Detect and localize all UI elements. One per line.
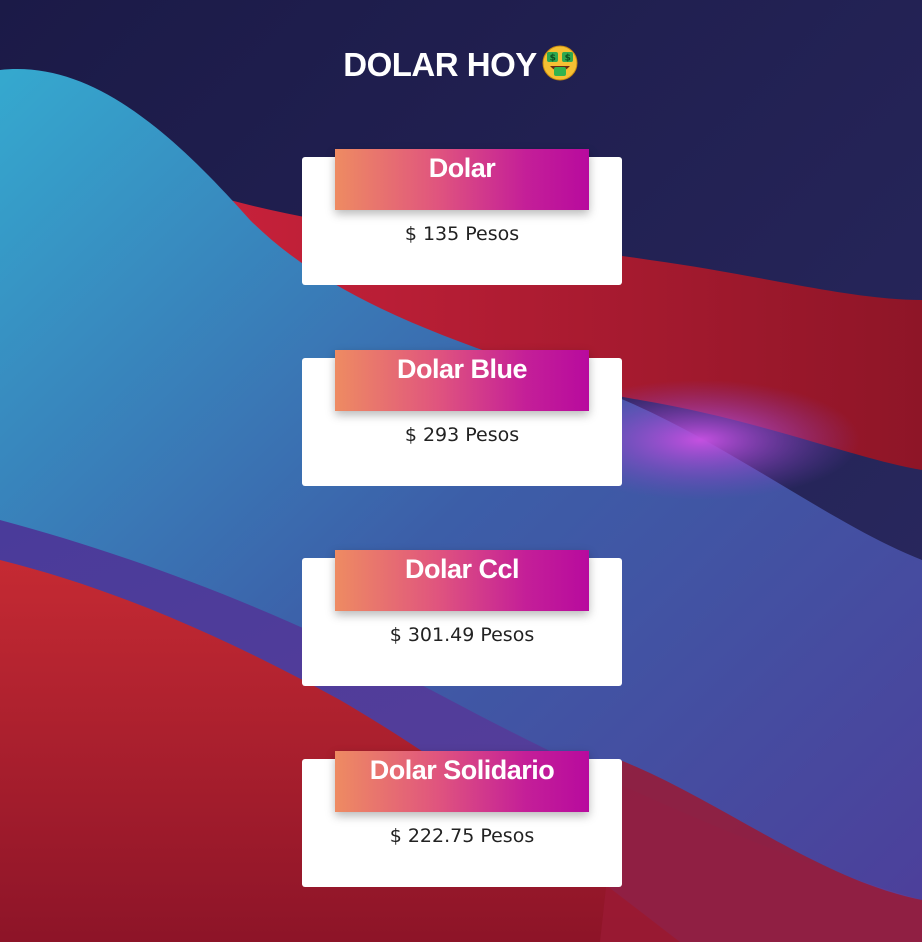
svg-text:$: $ [564, 54, 570, 64]
currency-symbol: $ [404, 223, 417, 245]
card-price: $222.75 Pesos [302, 825, 622, 847]
svg-text:$: $ [549, 54, 555, 64]
price-unit: Pesos [480, 624, 535, 646]
currency-symbol: $ [389, 825, 402, 847]
money-mouth-face-icon: $ $ [541, 44, 579, 90]
card-header: Dolar Ccl [335, 550, 589, 611]
card-header: Dolar Blue [335, 350, 589, 411]
card-header: Dolar Solidario [335, 751, 589, 812]
card-price: $293 Pesos [302, 424, 622, 446]
card-price: $301.49 Pesos [302, 624, 622, 646]
price-value: 222.75 [407, 825, 475, 847]
currency-symbol: $ [389, 624, 402, 646]
currency-symbol: $ [404, 424, 417, 446]
page-title: DOLAR HOY $ $ [0, 44, 922, 90]
price-unit: Pesos [480, 825, 535, 847]
page-title-text: DOLAR HOY [343, 46, 537, 83]
card-header: Dolar [335, 149, 589, 210]
rate-card-dolar: Dolar $135 Pesos [302, 149, 622, 285]
price-unit: Pesos [465, 424, 520, 446]
price-value: 301.49 [407, 624, 475, 646]
rate-card-dolar-ccl: Dolar Ccl $301.49 Pesos [302, 550, 622, 686]
rate-card-dolar-blue: Dolar Blue $293 Pesos [302, 350, 622, 486]
price-value: 293 [422, 424, 460, 446]
price-value: 135 [422, 223, 460, 245]
card-price: $135 Pesos [302, 223, 622, 245]
rate-card-dolar-solidario: Dolar Solidario $222.75 Pesos [302, 751, 622, 887]
price-unit: Pesos [465, 223, 520, 245]
